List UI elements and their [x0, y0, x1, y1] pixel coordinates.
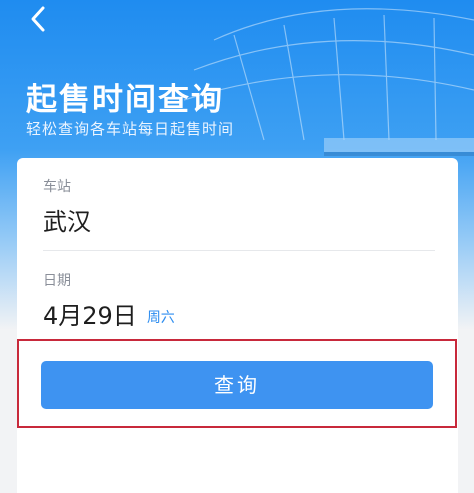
station-label: 车站: [43, 179, 71, 195]
page-title: 起售时间查询: [26, 82, 224, 118]
station-value[interactable]: 武汉: [43, 202, 91, 237]
page-subtitle: 轻松查询各车站每日起售时间: [26, 120, 235, 138]
weekday-label: 周六: [146, 310, 175, 326]
date-value: 4月29日: [43, 302, 137, 330]
divider: [43, 250, 435, 251]
date-label: 日期: [43, 273, 71, 289]
date-selector[interactable]: 4月29日 周六: [43, 296, 175, 331]
chevron-left-icon[interactable]: [22, 2, 56, 36]
query-button[interactable]: 查询: [41, 361, 433, 409]
query-form-card: 车站 武汉 日期 4月29日 周六 查询: [17, 158, 458, 493]
